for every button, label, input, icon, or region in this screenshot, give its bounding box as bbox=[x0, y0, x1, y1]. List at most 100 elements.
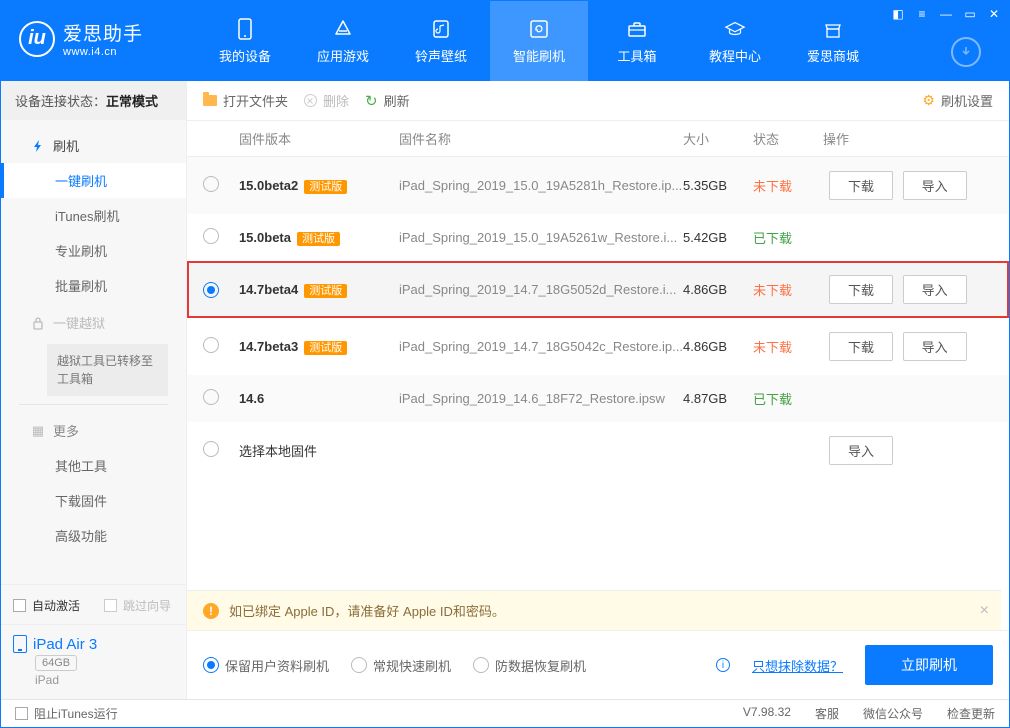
warning-icon: ! bbox=[203, 603, 219, 619]
mode-keep-data[interactable]: 保留用户资料刷机 bbox=[203, 656, 329, 675]
window-controls: ◧ ≡ — ▭ ✕ bbox=[891, 7, 1001, 21]
row-radio[interactable] bbox=[203, 441, 219, 457]
radio-icon bbox=[473, 657, 489, 673]
cell-status: 未下载 bbox=[753, 280, 823, 299]
import-button[interactable]: 导入 bbox=[903, 275, 967, 304]
import-button[interactable]: 导入 bbox=[829, 436, 893, 465]
sidebar-item-advanced[interactable]: 高级功能 bbox=[1, 518, 186, 553]
nav-toolbox[interactable]: 工具箱 bbox=[588, 1, 686, 81]
settings-button[interactable]: ⚙ 刷机设置 bbox=[922, 91, 993, 110]
cell-version: 14.7beta4测试版 bbox=[239, 282, 399, 298]
cell-filename: iPad_Spring_2019_15.0_19A5261w_Restore.i… bbox=[399, 230, 683, 245]
open-folder-button[interactable]: 打开文件夹 bbox=[203, 91, 288, 110]
mode-recovery[interactable]: 防数据恢复刷机 bbox=[473, 656, 586, 675]
app-name-en: www.i4.cn bbox=[63, 46, 143, 58]
nav-apps[interactable]: 应用游戏 bbox=[294, 1, 392, 81]
nav-flash[interactable]: 智能刷机 bbox=[490, 1, 588, 81]
window-maximize-icon[interactable]: ▭ bbox=[963, 7, 977, 21]
table-row[interactable]: 14.7beta3测试版 iPad_Spring_2019_14.7_18G50… bbox=[187, 318, 1009, 375]
graduation-icon bbox=[724, 18, 746, 40]
cell-filename: iPad_Spring_2019_14.7_18G5052d_Restore.i… bbox=[399, 282, 683, 297]
th-version: 固件版本 bbox=[239, 129, 399, 148]
row-radio[interactable] bbox=[203, 337, 219, 353]
mode-normal[interactable]: 常规快速刷机 bbox=[351, 656, 451, 675]
device-type: iPad bbox=[35, 673, 174, 687]
sidebar-item-other-tools[interactable]: 其他工具 bbox=[1, 448, 186, 483]
auto-activate-checkbox[interactable] bbox=[13, 599, 26, 612]
beta-badge: 测试版 bbox=[304, 180, 347, 194]
radio-icon bbox=[351, 657, 367, 673]
start-flash-button[interactable]: 立即刷机 bbox=[865, 645, 993, 685]
import-button[interactable]: 导入 bbox=[903, 332, 967, 361]
block-itunes-checkbox[interactable] bbox=[15, 707, 28, 720]
device-icon bbox=[13, 635, 27, 653]
device-name[interactable]: iPad Air 3 bbox=[33, 636, 97, 653]
info-icon: i bbox=[716, 658, 730, 672]
nav-my-device[interactable]: 我的设备 bbox=[196, 1, 294, 81]
cell-status: 已下载 bbox=[753, 389, 823, 408]
music-icon bbox=[430, 18, 452, 40]
cell-size: 4.87GB bbox=[683, 391, 753, 406]
beta-badge: 测试版 bbox=[304, 341, 347, 355]
window-menu-icon[interactable]: ≡ bbox=[915, 7, 929, 21]
sidebar-item-itunes-flash[interactable]: iTunes刷机 bbox=[1, 198, 186, 233]
window-minimize-icon[interactable]: — bbox=[939, 7, 953, 21]
download-button[interactable]: 下载 bbox=[829, 275, 893, 304]
sidebar: 设备连接状态：正常模式 刷机 一键刷机 iTunes刷机 专业刷机 批量刷机 一… bbox=[1, 81, 187, 699]
sidebar-item-download-fw[interactable]: 下载固件 bbox=[1, 483, 186, 518]
store-icon bbox=[822, 18, 844, 40]
cell-status: 未下载 bbox=[753, 337, 823, 356]
cell-size: 5.35GB bbox=[683, 178, 753, 193]
erase-data-link[interactable]: 只想抹除数据？ bbox=[752, 656, 843, 675]
sidebar-group-more[interactable]: ▦ 更多 bbox=[1, 411, 186, 448]
main-nav: 我的设备 应用游戏 铃声壁纸 智能刷机 工具箱 教程中心 爱思商城 bbox=[196, 1, 882, 81]
table-row-local[interactable]: 选择本地固件 导入 bbox=[187, 422, 1009, 479]
beta-badge: 测试版 bbox=[304, 284, 347, 298]
nav-tutorials[interactable]: 教程中心 bbox=[686, 1, 784, 81]
sidebar-footer: 自动激活 跳过向导 iPad Air 3 64GB iPad bbox=[1, 584, 186, 699]
nav-store[interactable]: 爱思商城 bbox=[784, 1, 882, 81]
logo-icon: iu bbox=[19, 21, 55, 57]
row-radio[interactable] bbox=[203, 282, 219, 298]
table-row[interactable]: 15.0beta测试版 iPad_Spring_2019_15.0_19A526… bbox=[187, 214, 1009, 261]
table-row[interactable]: 14.6 iPad_Spring_2019_14.6_18F72_Restore… bbox=[187, 375, 1009, 422]
table-row[interactable]: 14.7beta4测试版 iPad_Spring_2019_14.7_18G50… bbox=[187, 261, 1009, 318]
check-update-link[interactable]: 检查更新 bbox=[947, 705, 995, 722]
cell-version: 选择本地固件 bbox=[239, 441, 399, 460]
sidebar-item-pro-flash[interactable]: 专业刷机 bbox=[1, 233, 186, 268]
th-name: 固件名称 bbox=[399, 129, 683, 148]
download-manager-icon[interactable] bbox=[951, 37, 981, 67]
row-radio[interactable] bbox=[203, 176, 219, 192]
table-header: 固件版本 固件名称 大小 状态 操作 bbox=[187, 121, 1009, 157]
cell-ops: 下载 导入 bbox=[823, 171, 993, 200]
download-button[interactable]: 下载 bbox=[829, 332, 893, 361]
cell-version: 14.7beta3测试版 bbox=[239, 339, 399, 355]
sidebar-item-oneclick-flash[interactable]: 一键刷机 bbox=[1, 163, 186, 198]
sidebar-group-flash[interactable]: 刷机 bbox=[1, 126, 186, 163]
support-link[interactable]: 客服 bbox=[815, 705, 839, 722]
window-close-icon[interactable]: ✕ bbox=[987, 7, 1001, 21]
notice-close-icon[interactable]: × bbox=[980, 602, 989, 620]
table-row[interactable]: 15.0beta2测试版 iPad_Spring_2019_15.0_19A52… bbox=[187, 157, 1009, 214]
refresh-button[interactable]: ↻ 刷新 bbox=[365, 91, 410, 110]
download-button[interactable]: 下载 bbox=[829, 171, 893, 200]
device-storage: 64GB bbox=[35, 655, 77, 671]
toolbar: 打开文件夹 删除 ↻ 刷新 ⚙ 刷机设置 bbox=[187, 81, 1009, 121]
row-radio[interactable] bbox=[203, 228, 219, 244]
delete-button[interactable]: 删除 bbox=[304, 91, 349, 110]
cell-version: 14.6 bbox=[239, 391, 399, 406]
flash-icon bbox=[31, 139, 45, 153]
sidebar-item-batch-flash[interactable]: 批量刷机 bbox=[1, 268, 186, 303]
row-radio[interactable] bbox=[203, 389, 219, 405]
jailbreak-note: 越狱工具已转移至工具箱 bbox=[47, 344, 168, 396]
nav-ringtones[interactable]: 铃声壁纸 bbox=[392, 1, 490, 81]
notice-text: 如已绑定 Apple ID，请准备好 Apple ID和密码。 bbox=[229, 601, 505, 620]
import-button[interactable]: 导入 bbox=[903, 171, 967, 200]
cell-status: 已下载 bbox=[753, 228, 823, 247]
more-icon: ▦ bbox=[31, 424, 45, 438]
wechat-link[interactable]: 微信公众号 bbox=[863, 705, 923, 722]
gear-icon: ⚙ bbox=[922, 92, 935, 109]
cell-size: 4.86GB bbox=[683, 339, 753, 354]
window-theme-icon[interactable]: ◧ bbox=[891, 7, 905, 21]
skip-guide-checkbox[interactable] bbox=[104, 599, 117, 612]
